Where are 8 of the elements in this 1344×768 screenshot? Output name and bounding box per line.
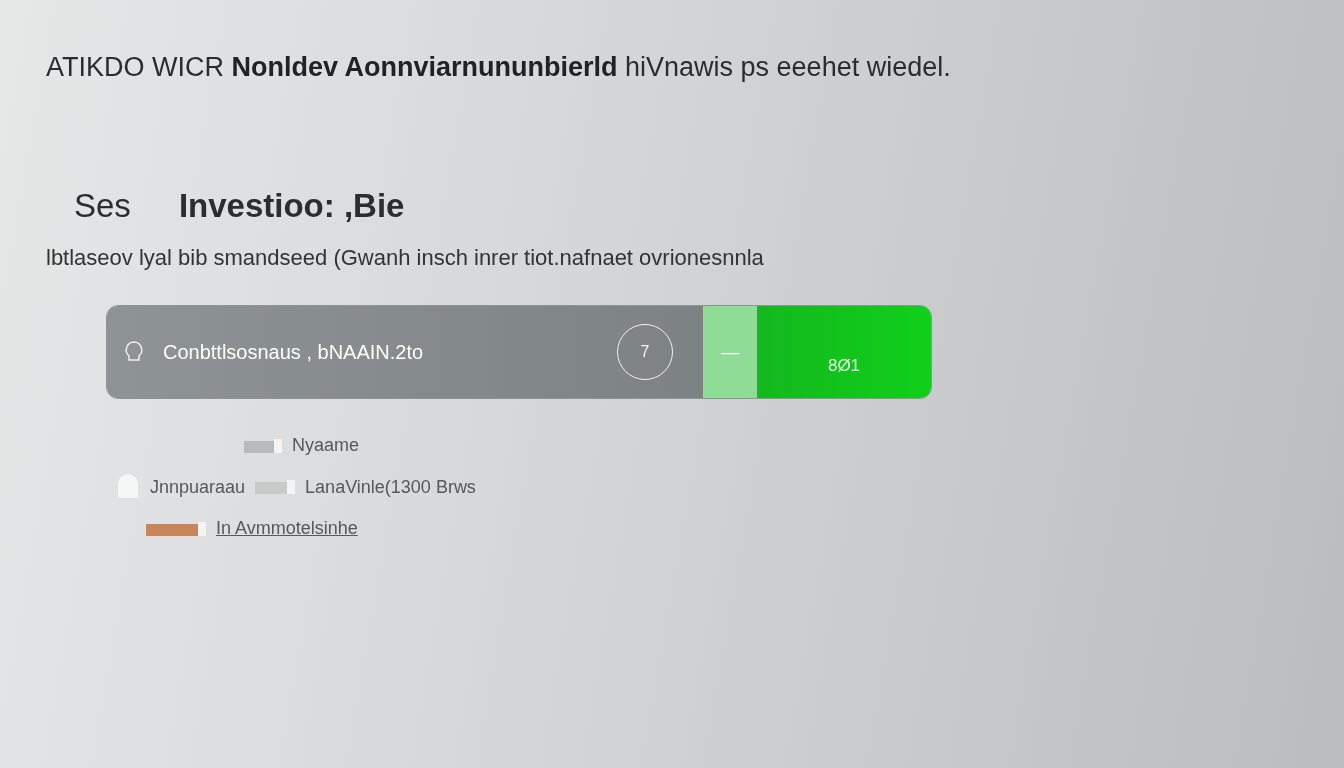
item-detail: LanaVinle(1300 Brws xyxy=(305,476,476,498)
section-title: Investioo: ,Bie xyxy=(178,187,405,225)
item-link[interactable]: In Avmmotelsinhe xyxy=(216,518,358,539)
headline: ATIKDO WICR Nonldev Aonnviarnununbierld hiVnawis ps eeehet wiedel. xyxy=(46,52,952,83)
section-label: Ses xyxy=(74,187,131,225)
item-label: Nyaame xyxy=(292,435,360,456)
item-label: Jnnpuaraau xyxy=(150,476,246,498)
subtitle: lbtlaseov lyal bib smandseed (Gwanh insch inrer tiot.nafnaet ovrionesnnla xyxy=(46,245,765,271)
